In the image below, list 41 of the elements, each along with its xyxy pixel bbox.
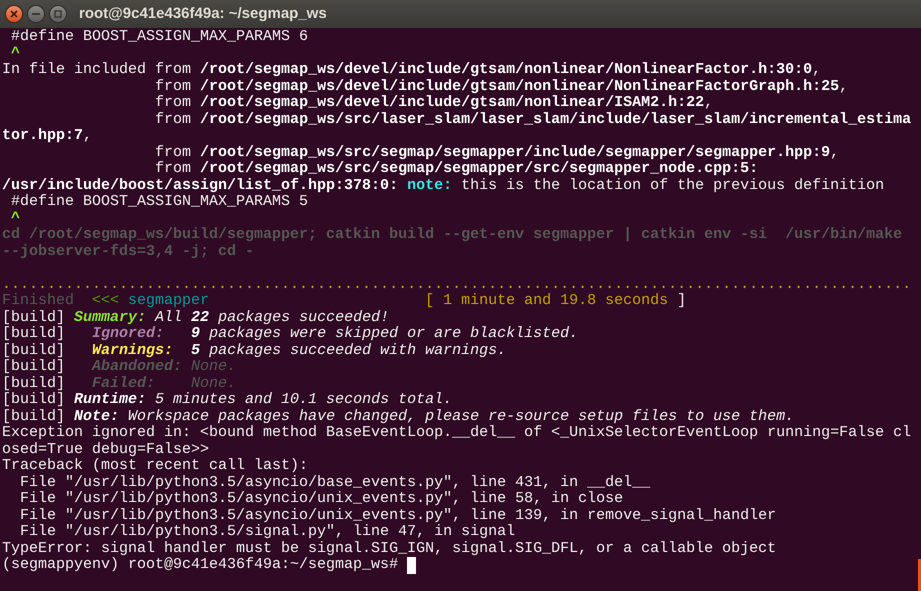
terminal-line: File "/usr/lib/python3.5/asyncio/base_events.py", line 431, in __del__ — [19, 474, 650, 491]
terminal-line: [build] Abandoned: None. — [2, 359, 236, 376]
terminal-line: [build] Runtime: 5 minutes and 10.1 seconds total. — [2, 392, 452, 408]
terminal-line: #define BOOST_ASSIGN_MAX_PARAMS 5 — [10, 194, 308, 210]
terminal-line: In file included from /root/segmap_ws/devel/include/gtsam/nonlinear/NonlinearFactor.h:30:0, — [2, 62, 822, 78]
terminal-line: [build] Note: Workspace packages have changed, please re-source setup files to use them. — [2, 408, 794, 425]
terminal-line: from /root/segmap_ws/src/segmap/segmapper/include/segmapper/segmapper.hpp:9, — [154, 144, 840, 161]
terminal-line: [build] Warnings: 5 packages succeeded with warnings. — [2, 342, 506, 359]
close-icon — [10, 10, 18, 18]
minimize-icon — [32, 13, 40, 15]
terminal-line: /usr/include/boost/assign/list_of.hpp:378:0: note: this is the location of the previous definition — [2, 178, 884, 194]
terminal-line: Finished <<< segmapper [ 1 minute and 19.8 seconds ] — [2, 293, 686, 310]
text-cursor — [407, 557, 416, 574]
scrollbar[interactable] — [918, 559, 921, 591]
terminal-line: [build] Summary: All 22 packages succeeded! — [2, 310, 390, 326]
terminal-line: Traceback (most recent call last): — [2, 458, 308, 474]
terminal-line: ^ — [10, 46, 20, 62]
terminal-line: #define BOOST_ASSIGN_MAX_PARAMS 6 — [10, 29, 308, 46]
terminal-line: [build] Failed: None. — [2, 376, 236, 392]
terminal-line: from /root/segmap_ws/devel/include/gtsam/nonlinear/NonlinearFactorGraph.h:25, — [154, 78, 848, 95]
maximize-icon — [54, 10, 62, 18]
minimize-button[interactable] — [27, 5, 45, 23]
terminal-line: [build] Ignored: 9 packages were skipped or are blacklisted. — [2, 326, 578, 342]
terminal-line: File "/usr/lib/python3.5/asyncio/unix_events.py", line 139, in remove_signal_handler — [19, 508, 776, 524]
close-button[interactable] — [5, 5, 23, 23]
terminal-line: ..................................................................................................... — [2, 276, 912, 293]
window-title: root@9c41e436f49a: ~/segmap_ws — [79, 4, 327, 24]
terminal-line: File "/usr/lib/python3.5/signal.py", line 47, in signal — [19, 524, 516, 540]
terminal-line: Exception ignored in: <bound method BaseEventLoop.__del__ of <_UnixSelectorEventLoop running=False cl — [2, 425, 912, 442]
terminal-line: ^ — [10, 210, 20, 227]
terminal-line: File "/usr/lib/python3.5/asyncio/unix_events.py", line 58, in close — [19, 491, 624, 508]
shell-prompt: (segmappyenv) root@9c41e436f49a:~/segmap_ws# — [2, 557, 400, 574]
terminal-line: from /root/segmap_ws/src/segmap/segmapper/src/segmapper_node.cpp:5: — [154, 161, 758, 178]
terminal-line: --jobserver-fds=3,4 -j; cd - — [2, 244, 254, 260]
maximize-button[interactable] — [49, 5, 67, 23]
terminal-line: from /root/segmap_ws/src/laser_slam/laser_slam/include/laser_slam/incremental_estima — [154, 112, 912, 128]
terminal-line: osed=True debug=False>> — [2, 442, 210, 458]
terminal-line: from /root/segmap_ws/devel/include/gtsam/nonlinear/ISAM2.h:22, — [154, 95, 714, 112]
terminal-line: tor.hpp:7, — [2, 128, 92, 144]
terminal-line: cd /root/segmap_ws/build/segmapper; catkin build --get-env segmapper | catkin env -si /usr/bin/make — [2, 227, 902, 244]
terminal-line: TypeError: signal handler must be signal.SIG_IGN, signal.SIG_DFL, or a callable object — [2, 540, 776, 557]
